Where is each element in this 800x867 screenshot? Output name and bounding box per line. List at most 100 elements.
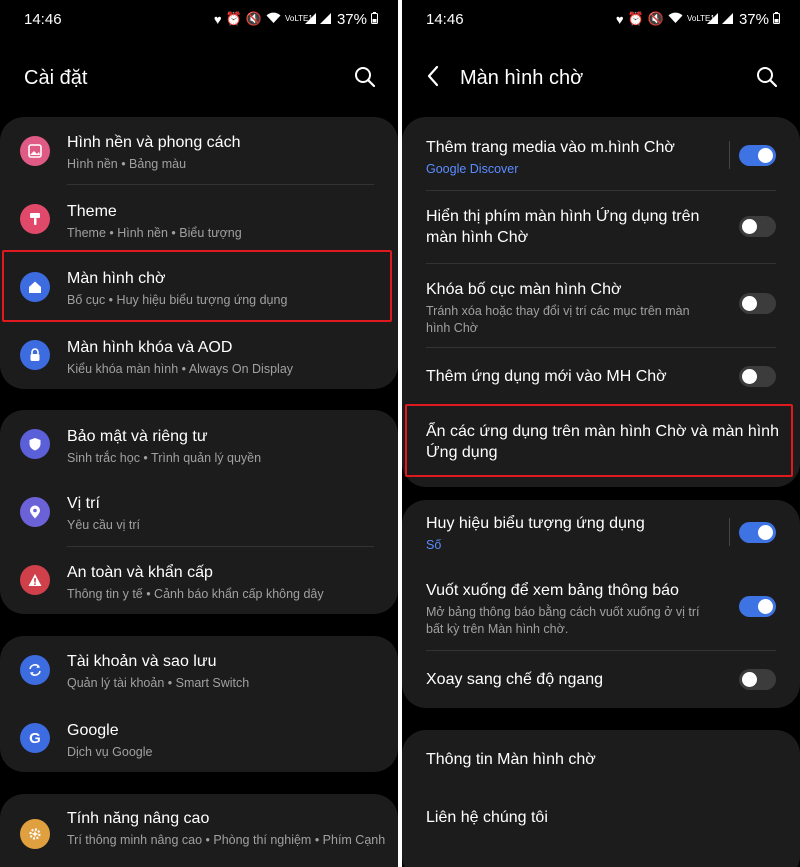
- item-subtitle: Dịch vụ Google: [67, 745, 153, 759]
- search-button[interactable]: [354, 66, 378, 90]
- heart-icon: ♥: [615, 11, 624, 27]
- wifi-icon: [266, 12, 281, 27]
- item-subtitle: Quản lý tài khoản • Smart Switch: [67, 676, 250, 690]
- item-title: Hình nền và phong cách: [67, 134, 241, 151]
- shield-icon: [20, 429, 50, 459]
- settings-item-advanced[interactable]: Tính năng nâng cao Trí thông minh nâng c…: [0, 794, 398, 867]
- settings-group-advanced: Tính năng nâng cao Trí thông minh nâng c…: [0, 794, 398, 867]
- item-title: Màn hình chờ: [67, 270, 166, 287]
- item-subtitle: Hình nền • Bảng màu: [67, 157, 187, 171]
- media-page-toggle[interactable]: [739, 145, 776, 166]
- status-icons: ♥ ⏰ 🔇 VoLTE1 37%: [214, 11, 378, 28]
- item-title: Bảo mật và riêng tư: [67, 428, 208, 445]
- mute-icon: 🔇: [647, 11, 664, 26]
- home-screen-header: Màn hình chờ: [426, 60, 780, 96]
- settings-header: Cài đặt: [24, 60, 378, 96]
- status-time: 14:46: [24, 10, 62, 28]
- app-badges-toggle[interactable]: [739, 522, 776, 543]
- battery-level: 37%: [738, 10, 769, 28]
- add-new-apps-toggle[interactable]: [739, 366, 776, 387]
- status-bar: 14:46 ♥ ⏰ 🔇 VoLTE1 37%: [426, 8, 780, 30]
- google-icon: G: [20, 723, 50, 753]
- lock-icon: [20, 340, 50, 370]
- setting-subtitle-link[interactable]: Số: [426, 537, 700, 554]
- settings-group-display: Hình nền và phong cách Hình nền • Bảng m…: [0, 117, 398, 389]
- lock-layout-toggle[interactable]: [739, 293, 776, 314]
- settings-item-wallpaper[interactable]: Hình nền và phong cách Hình nền • Bảng m…: [0, 117, 398, 185]
- signal-icon: [706, 12, 718, 27]
- setting-contact-us[interactable]: Liên hệ chúng tôi: [402, 788, 800, 846]
- settings-item-location[interactable]: Vị trí Yêu cầu vị trí: [0, 478, 398, 546]
- setting-title: Khóa bố cục màn hình Chờ: [426, 281, 622, 298]
- battery-level: 37%: [336, 10, 367, 28]
- signal-icon-2: [319, 12, 331, 27]
- setting-app-badges[interactable]: Huy hiệu biểu tượng ứng dụng Số: [402, 500, 800, 564]
- chevron-left-icon: [427, 65, 439, 87]
- setting-about-home-screen[interactable]: Thông tin Màn hình chờ: [402, 730, 800, 788]
- search-button[interactable]: [756, 66, 780, 90]
- location-icon: [20, 497, 50, 527]
- item-title: Màn hình khóa và AOD: [67, 339, 233, 356]
- item-subtitle: Sinh trắc học • Trình quản lý quyền: [67, 451, 262, 465]
- alarm-icon: ⏰: [225, 11, 242, 26]
- item-subtitle: Thông tin y tế • Cảnh báo khẩn cấp không…: [67, 587, 324, 601]
- item-title: Tài khoản và sao lưu: [67, 653, 217, 670]
- settings-item-lock-screen[interactable]: Màn hình khóa và AOD Kiểu khóa màn hình …: [0, 321, 398, 389]
- setting-title: Thêm ứng dụng mới vào MH Chờ: [426, 368, 667, 385]
- setting-hide-apps[interactable]: Ẩn các ứng dụng trên màn hình Chờ và màn…: [402, 405, 800, 487]
- rotate-landscape-toggle[interactable]: [739, 669, 776, 690]
- signal-icon: [304, 12, 316, 27]
- settings-group-security: Bảo mật và riêng tư Sinh trắc học • Trìn…: [0, 410, 398, 614]
- battery-icon: [773, 11, 780, 27]
- alarm-icon: ⏰: [627, 11, 644, 26]
- setting-subtitle-link[interactable]: Google Discover: [426, 161, 700, 178]
- item-title: Theme: [67, 203, 117, 220]
- settings-item-safety[interactable]: An toàn và khẩn cấp Thông tin y tế • Cản…: [0, 546, 398, 614]
- home-settings-group-badges: Huy hiệu biểu tượng ứng dụng Số Vuốt xuố…: [402, 500, 800, 708]
- settings-item-home-screen[interactable]: Màn hình chờ Bố cục • Huy hiệu biểu tượn…: [0, 253, 398, 321]
- setting-title: Thêm trang media vào m.hình Chờ: [426, 139, 675, 156]
- settings-item-google[interactable]: G Google Dịch vụ Google: [0, 704, 398, 772]
- setting-lock-layout[interactable]: Khóa bố cục màn hình Chờ Tránh xóa hoặc …: [402, 264, 800, 347]
- swipe-notification-toggle[interactable]: [739, 596, 776, 617]
- home-settings-group-about: Thông tin Màn hình chờ Liên hệ chúng tôi: [402, 730, 800, 867]
- battery-icon: [371, 11, 378, 27]
- back-button[interactable]: [426, 65, 440, 91]
- item-title: Vị trí: [67, 495, 100, 512]
- settings-item-theme[interactable]: Theme Theme • Hình nền • Biểu tượng: [0, 185, 398, 253]
- network-label: VoLTE1: [284, 14, 313, 23]
- setting-add-new-apps[interactable]: Thêm ứng dụng mới vào MH Chờ: [402, 348, 800, 405]
- setting-rotate-landscape[interactable]: Xoay sang chế độ ngang: [402, 651, 800, 708]
- warning-icon: [20, 565, 50, 595]
- apps-button-toggle[interactable]: [739, 216, 776, 237]
- page-title: Màn hình chờ: [460, 66, 584, 89]
- item-title: Google: [67, 722, 119, 739]
- search-icon: [355, 67, 376, 88]
- item-title: Tính năng nâng cao: [67, 810, 210, 827]
- home-icon: [20, 272, 50, 302]
- settings-item-accounts[interactable]: Tài khoản và sao lưu Quản lý tài khoản •…: [0, 636, 398, 704]
- theme-icon: [20, 204, 50, 234]
- heart-icon: ♥: [213, 11, 222, 27]
- home-settings-group-layout: Thêm trang media vào m.hình Chờ Google D…: [402, 117, 800, 487]
- status-icons: ♥ ⏰ 🔇 VoLTE1 37%: [616, 11, 780, 28]
- setting-title: Vuốt xuống để xem bảng thông báo: [426, 582, 679, 599]
- divider: [729, 518, 730, 546]
- home-screen-panel: 14:46 ♥ ⏰ 🔇 VoLTE1 37% Màn hình chờ Thêm…: [402, 0, 800, 867]
- item-subtitle: Kiểu khóa màn hình • Always On Display: [67, 362, 294, 376]
- setting-title: Hiển thị phím màn hình Ứng dụng trên màn…: [426, 208, 700, 246]
- setting-media-page[interactable]: Thêm trang media vào m.hình Chờ Google D…: [402, 117, 800, 190]
- setting-subtitle: Mở bảng thông báo bằng cách vuốt xuống ở…: [426, 605, 700, 636]
- setting-title: Liên hệ chúng tôi: [426, 809, 548, 826]
- signal-icon-2: [721, 12, 733, 27]
- wifi-icon: [668, 12, 683, 27]
- settings-panel: 14:46 ♥ ⏰ 🔇 VoLTE1 37% Cài đặt Hình nền …: [0, 0, 398, 867]
- item-subtitle: Trí thông minh nâng cao • Phòng thí nghi…: [67, 833, 386, 847]
- gear-plus-icon: [20, 819, 50, 849]
- settings-group-accounts: Tài khoản và sao lưu Quản lý tài khoản •…: [0, 636, 398, 772]
- settings-item-privacy[interactable]: Bảo mật và riêng tư Sinh trắc học • Trìn…: [0, 410, 398, 478]
- setting-swipe-notification[interactable]: Vuốt xuống để xem bảng thông báo Mở bảng…: [402, 572, 800, 650]
- sync-icon: [20, 655, 50, 685]
- setting-title: Thông tin Màn hình chờ: [426, 751, 596, 768]
- setting-show-apps-button[interactable]: Hiển thị phím màn hình Ứng dụng trên màn…: [402, 191, 800, 263]
